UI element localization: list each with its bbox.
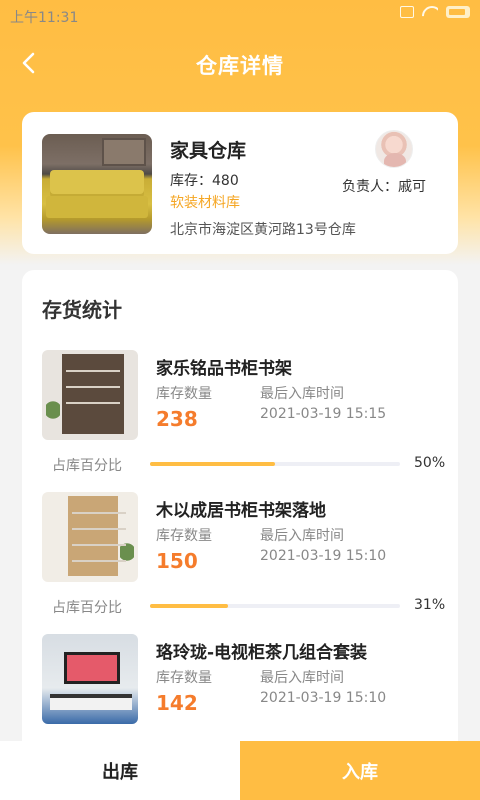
warehouse-image bbox=[42, 134, 152, 234]
percent-bar bbox=[150, 462, 400, 466]
time-label: 最后入库时间 bbox=[260, 386, 344, 402]
time-label: 最后入库时间 bbox=[260, 670, 344, 686]
stock-in-button[interactable]: 入库 bbox=[240, 741, 480, 800]
percent-value: 31% bbox=[414, 597, 446, 613]
manager-name: 负责人：戚可 bbox=[342, 179, 426, 195]
last-in-time: 2021-03-19 15:10 bbox=[260, 548, 387, 564]
qty-value: 150 bbox=[156, 549, 198, 573]
section-title: 存货统计 bbox=[42, 298, 122, 322]
list-item[interactable]: 珞玲珑-电视柜茶几组合套装 库存数量 最后入库时间 142 2021-03-19… bbox=[22, 634, 458, 750]
qty-label: 库存数量 bbox=[156, 386, 212, 402]
percent-bar bbox=[150, 604, 400, 608]
product-name: 木以成居书柜书架落地 bbox=[156, 501, 326, 521]
warehouse-address: 北京市海淀区黄河路13号仓库 bbox=[170, 222, 356, 238]
manager-avatar bbox=[375, 130, 413, 168]
wifi-icon bbox=[422, 6, 438, 18]
warehouse-category: 软装材料库 bbox=[170, 195, 240, 211]
percent-label: 占库百分比 bbox=[52, 458, 122, 474]
qty-value: 142 bbox=[156, 691, 198, 715]
last-in-time: 2021-03-19 15:10 bbox=[260, 690, 387, 706]
qty-label: 库存数量 bbox=[156, 670, 212, 686]
percent-value: 50% bbox=[414, 455, 446, 471]
product-image bbox=[42, 634, 138, 724]
inventory-stats-card: 存货统计 家乐铭品书柜书架 库存数量 最后入库时间 238 2021-03-19… bbox=[22, 270, 458, 750]
last-in-time: 2021-03-19 15:15 bbox=[260, 406, 387, 422]
product-image bbox=[42, 350, 138, 440]
qty-value: 238 bbox=[156, 407, 198, 431]
status-bar: 上午11:31 bbox=[0, 0, 480, 32]
sim-icon bbox=[400, 6, 414, 18]
page-title: 仓库详情 bbox=[196, 54, 284, 78]
bottom-action-bar: 出库 入库 bbox=[0, 741, 480, 800]
percent-bar-fill bbox=[150, 604, 228, 608]
nav-bar: 仓库详情 bbox=[0, 40, 480, 90]
product-image bbox=[42, 492, 138, 582]
time-label: 最后入库时间 bbox=[260, 528, 344, 544]
warehouse-stock: 库存：480 bbox=[170, 173, 239, 189]
status-icons bbox=[400, 6, 470, 18]
product-name: 珞玲珑-电视柜茶几组合套装 bbox=[156, 643, 368, 663]
warehouse-name: 家具仓库 bbox=[170, 140, 247, 162]
battery-icon bbox=[446, 6, 470, 18]
status-time: 上午11:31 bbox=[10, 10, 79, 26]
percent-label: 占库百分比 bbox=[52, 600, 122, 616]
stock-out-button[interactable]: 出库 bbox=[0, 741, 240, 800]
percent-bar-fill bbox=[150, 462, 275, 466]
product-name: 家乐铭品书柜书架 bbox=[156, 359, 292, 379]
list-item[interactable]: 木以成居书柜书架落地 库存数量 最后入库时间 150 2021-03-19 15… bbox=[22, 492, 458, 634]
warehouse-card: 家具仓库 库存：480 软装材料库 北京市海淀区黄河路13号仓库 负责人：戚可 bbox=[22, 112, 458, 254]
qty-label: 库存数量 bbox=[156, 528, 212, 544]
list-item[interactable]: 家乐铭品书柜书架 库存数量 最后入库时间 238 2021-03-19 15:1… bbox=[22, 350, 458, 492]
